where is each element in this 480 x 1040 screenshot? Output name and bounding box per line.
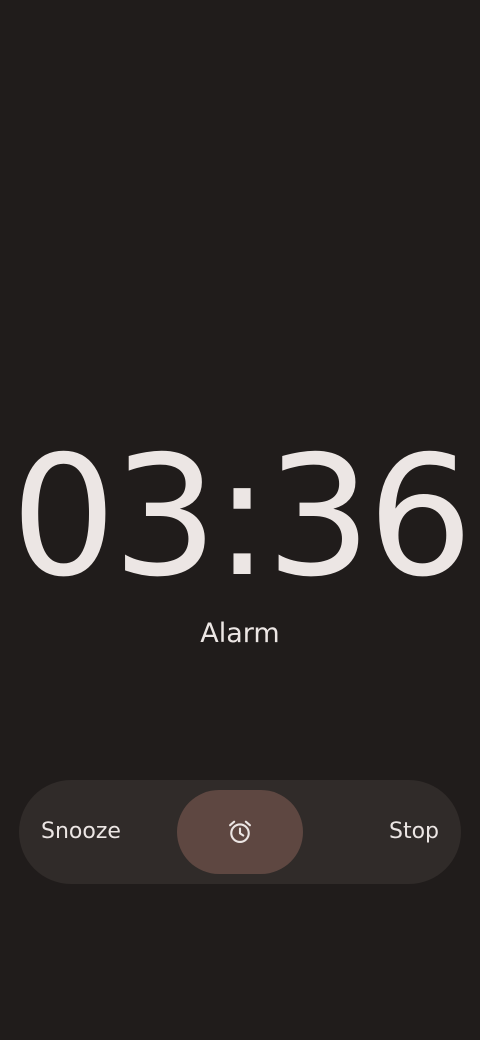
- alarm-time: 03:36: [10, 421, 473, 614]
- alarm-clock-icon: [226, 818, 254, 846]
- stop-button[interactable]: Stop: [389, 780, 439, 884]
- alarm-screen: 03:36 Alarm Snooze Stop: [0, 0, 480, 1040]
- slider-handle[interactable]: [177, 790, 303, 874]
- snooze-button[interactable]: Snooze: [41, 780, 121, 884]
- alarm-action-slider[interactable]: Snooze Stop: [19, 780, 461, 884]
- alarm-label: Alarm: [200, 618, 280, 649]
